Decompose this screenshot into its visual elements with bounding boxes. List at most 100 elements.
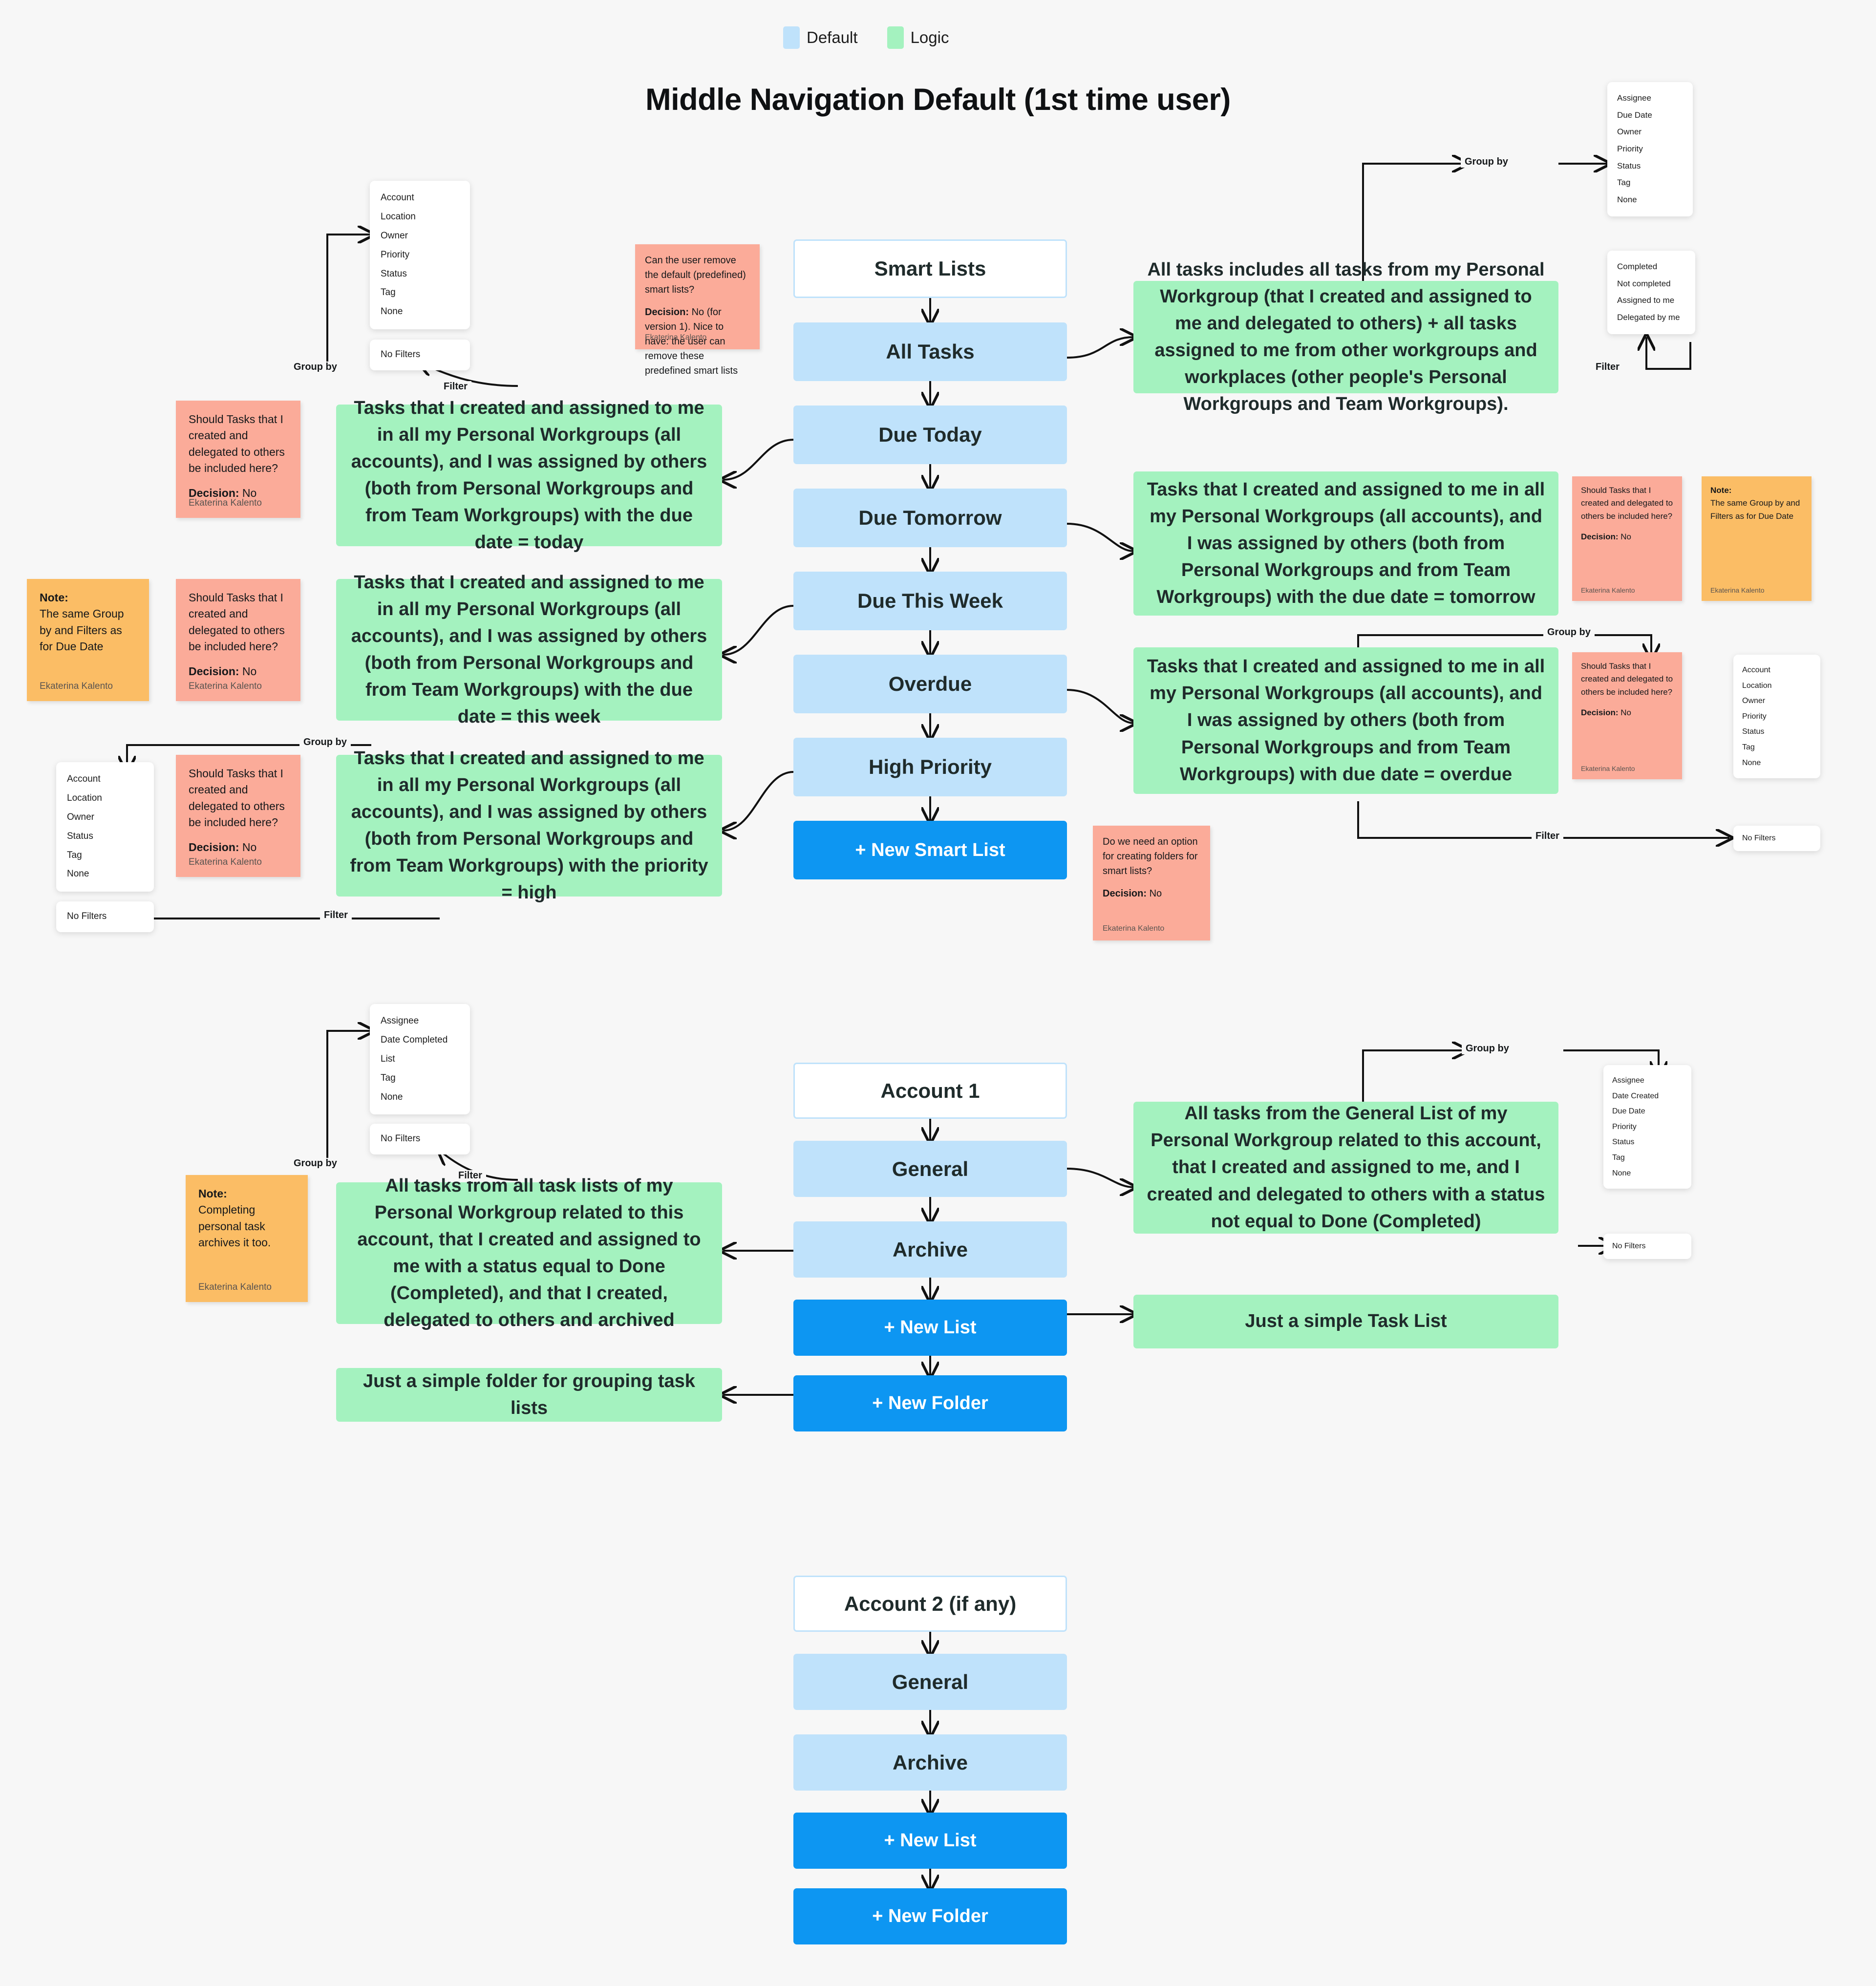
- legend: Default Logic: [783, 26, 949, 49]
- menu-item[interactable]: Assignee: [1603, 1073, 1691, 1089]
- menu-item[interactable]: No Filters: [370, 345, 470, 364]
- menu-general-group-by[interactable]: Assignee Date Created Due Date Priority …: [1603, 1065, 1691, 1189]
- menu-item[interactable]: No Filters: [1603, 1239, 1691, 1254]
- node-account2-new-list[interactable]: + New List: [793, 1813, 1067, 1869]
- note-author: Ekaterina Kalento: [189, 498, 262, 509]
- note-delegated-due-today: Should Tasks that I created and delegate…: [176, 401, 300, 518]
- menu-item[interactable]: Tag: [370, 283, 470, 302]
- node-account2-archive[interactable]: Archive: [793, 1734, 1067, 1791]
- menu-item[interactable]: Assigned to me: [1607, 292, 1695, 309]
- menu-item[interactable]: Owner: [1733, 693, 1820, 709]
- diagram-canvas: Default Logic Middle Navigation Default …: [0, 0, 1876, 1986]
- connector-label-group-by: Group by: [1462, 1043, 1513, 1054]
- connector-label-group-by: Group by: [290, 1158, 341, 1169]
- menu-item[interactable]: Location: [370, 208, 470, 227]
- note-same-group-by-due-tomorrow: Note: The same Group by and Filters as f…: [1702, 476, 1812, 601]
- menu-general-filter[interactable]: No Filters: [1603, 1234, 1691, 1259]
- menu-item[interactable]: No Filters: [370, 1130, 470, 1149]
- logic-account1-general: All tasks from the General List of my Pe…: [1133, 1102, 1558, 1234]
- menu-due-today-group-by[interactable]: Account Location Owner Priority Status T…: [370, 181, 470, 330]
- node-account-2[interactable]: Account 2 (if any): [793, 1576, 1067, 1632]
- menu-item[interactable]: Tag: [1603, 1150, 1691, 1166]
- node-overdue[interactable]: Overdue: [793, 655, 1067, 713]
- menu-item[interactable]: Status: [56, 827, 154, 846]
- note-author: Ekaterina Kalento: [1103, 924, 1165, 933]
- menu-high-priority-group-by[interactable]: Account Location Owner Status Tag None: [56, 762, 154, 892]
- logic-account1-new-list: Just a simple Task List: [1133, 1295, 1558, 1348]
- note-author: Ekaterina Kalento: [40, 681, 113, 692]
- node-account-1[interactable]: Account 1: [793, 1063, 1067, 1119]
- node-due-today[interactable]: Due Today: [793, 406, 1067, 464]
- node-all-tasks[interactable]: All Tasks: [793, 322, 1067, 381]
- node-smart-lists[interactable]: Smart Lists: [793, 239, 1067, 298]
- node-account1-new-folder[interactable]: + New Folder: [793, 1375, 1067, 1431]
- note-question: Should Tasks that I created and delegate…: [189, 591, 285, 653]
- menu-item[interactable]: Status: [1607, 158, 1693, 175]
- menu-all-tasks-filter[interactable]: Completed Not completed Assigned to me D…: [1607, 251, 1695, 334]
- legend-item-default: Default: [783, 26, 858, 49]
- menu-item[interactable]: Tag: [1607, 174, 1693, 192]
- menu-item[interactable]: Account: [1733, 662, 1820, 678]
- menu-item[interactable]: No Filters: [1733, 831, 1820, 846]
- node-due-tomorrow[interactable]: Due Tomorrow: [793, 489, 1067, 547]
- note-decision-label: Decision:: [1581, 532, 1619, 542]
- menu-item[interactable]: None: [370, 1088, 470, 1107]
- menu-item[interactable]: Owner: [1607, 124, 1693, 141]
- menu-item[interactable]: Date Created: [1603, 1089, 1691, 1104]
- node-account1-archive[interactable]: Archive: [793, 1221, 1067, 1278]
- note-decision-label: Decision:: [189, 665, 239, 678]
- note-decision-value: No: [242, 841, 257, 854]
- menu-item[interactable]: Due Date: [1603, 1104, 1691, 1119]
- menu-item[interactable]: Location: [56, 789, 154, 808]
- node-new-smart-list[interactable]: + New Smart List: [793, 821, 1067, 879]
- menu-item[interactable]: Assignee: [370, 1012, 470, 1031]
- menu-item[interactable]: Tag: [1733, 740, 1820, 755]
- node-high-priority[interactable]: High Priority: [793, 738, 1067, 796]
- menu-item[interactable]: Priority: [370, 246, 470, 265]
- menu-item[interactable]: Account: [56, 770, 154, 789]
- menu-item[interactable]: Priority: [1607, 141, 1693, 158]
- logic-high-priority: Tasks that I created and assigned to me …: [336, 748, 722, 903]
- menu-item[interactable]: Date Completed: [370, 1031, 470, 1050]
- menu-all-tasks-group-by[interactable]: Assignee Due Date Owner Priority Status …: [1607, 82, 1693, 216]
- note-body: The same Group by and Filters as for Due…: [40, 607, 124, 653]
- menu-archive-group-by[interactable]: Assignee Date Completed List Tag None: [370, 1004, 470, 1115]
- menu-item[interactable]: List: [370, 1050, 470, 1069]
- note-label: Note:: [198, 1187, 227, 1200]
- menu-archive-filter[interactable]: No Filters: [370, 1124, 470, 1154]
- menu-item[interactable]: None: [1733, 755, 1820, 771]
- menu-item[interactable]: Due Date: [1607, 107, 1693, 124]
- node-account2-general[interactable]: General: [793, 1654, 1067, 1710]
- menu-item[interactable]: Not completed: [1607, 276, 1695, 293]
- menu-item[interactable]: Status: [1733, 724, 1820, 740]
- menu-high-priority-filter[interactable]: No Filters: [56, 901, 154, 932]
- menu-item[interactable]: None: [1607, 192, 1693, 209]
- menu-overdue-filter[interactable]: No Filters: [1733, 826, 1820, 851]
- connector-label-group-by: Group by: [290, 362, 341, 373]
- menu-item[interactable]: Priority: [1733, 709, 1820, 725]
- menu-item[interactable]: Owner: [370, 227, 470, 246]
- menu-item[interactable]: No Filters: [56, 907, 154, 926]
- menu-item[interactable]: Priority: [1603, 1119, 1691, 1135]
- menu-item[interactable]: Completed: [1607, 258, 1695, 276]
- menu-item[interactable]: Assignee: [1607, 90, 1693, 107]
- menu-item[interactable]: Owner: [56, 808, 154, 827]
- menu-item[interactable]: None: [1603, 1166, 1691, 1181]
- menu-item[interactable]: Location: [1733, 678, 1820, 694]
- node-account2-new-folder[interactable]: + New Folder: [793, 1888, 1067, 1944]
- connector-label-group-by: Group by: [1461, 156, 1512, 168]
- node-account1-general[interactable]: General: [793, 1141, 1067, 1197]
- menu-item[interactable]: None: [56, 865, 154, 884]
- node-account1-new-list[interactable]: + New List: [793, 1300, 1067, 1356]
- menu-item[interactable]: Tag: [56, 846, 154, 865]
- menu-item[interactable]: Account: [370, 189, 470, 208]
- menu-item[interactable]: Status: [370, 265, 470, 284]
- menu-due-today-filter[interactable]: No Filters: [370, 340, 470, 370]
- menu-item[interactable]: Tag: [370, 1069, 470, 1088]
- node-due-this-week[interactable]: Due This Week: [793, 572, 1067, 630]
- menu-item[interactable]: Delegated by me: [1607, 309, 1695, 326]
- menu-item[interactable]: None: [370, 302, 470, 321]
- note-author: Ekaterina Kalento: [1710, 586, 1765, 595]
- menu-item[interactable]: Status: [1603, 1134, 1691, 1150]
- menu-overdue-group-by[interactable]: Account Location Owner Priority Status T…: [1733, 655, 1820, 779]
